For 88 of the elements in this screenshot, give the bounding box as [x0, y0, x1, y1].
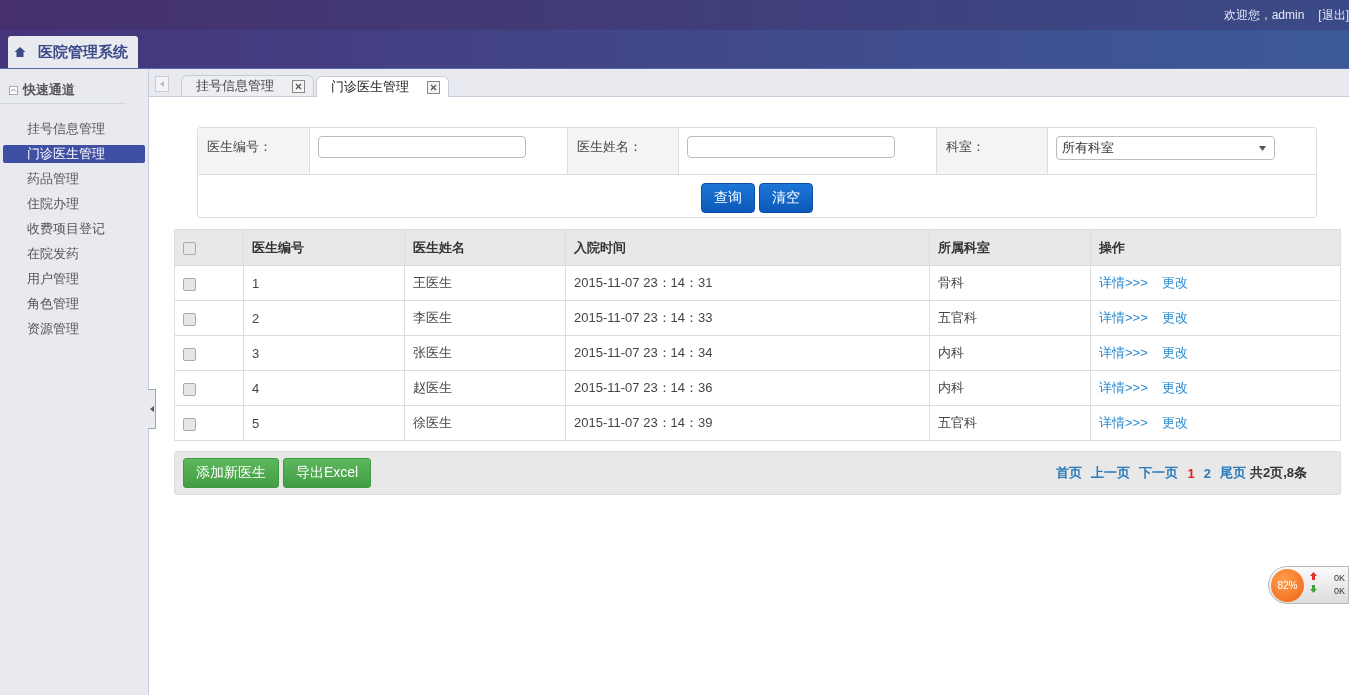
edit-link[interactable]: 更改	[1161, 310, 1188, 325]
row-checkbox[interactable]	[183, 277, 196, 291]
field-label: 医生编号：	[198, 128, 309, 174]
sidebar-toggle[interactable]	[148, 389, 156, 429]
tab[interactable]: 门诊医生管理	[316, 76, 449, 97]
usage-percent: 82%	[1271, 568, 1304, 602]
sidebar-item[interactable]: 门诊医生管理	[3, 145, 145, 163]
download-speed: 0K	[1334, 585, 1345, 598]
table-cell: 骨科	[929, 265, 1091, 301]
sidebar-item[interactable]: 挂号信息管理	[3, 120, 145, 138]
edit-link[interactable]: 更改	[1161, 345, 1188, 360]
column-header: 医生编号	[243, 229, 405, 266]
next-page-link[interactable]: 下一页	[1139, 464, 1179, 482]
details-link[interactable]: 详情>>>	[1099, 310, 1148, 325]
table-cell: 赵医生	[404, 370, 566, 406]
table-cell: 张医生	[404, 335, 566, 371]
welcome-text: 欢迎您，admin	[1223, 6, 1305, 24]
query-button[interactable]: 查询	[701, 183, 755, 213]
sidebar-title: 快速通道	[23, 81, 75, 99]
table-cell: 4	[243, 370, 405, 406]
table-cell: 五官科	[929, 405, 1091, 441]
sidebar-item[interactable]: 药品管理	[3, 170, 145, 188]
page-link[interactable]: 2	[1203, 465, 1211, 481]
table-cell: 2015-11-07 23：14：36	[565, 370, 930, 406]
close-icon[interactable]	[427, 80, 440, 94]
sidebar-item[interactable]: 角色管理	[3, 295, 145, 313]
details-link[interactable]: 详情>>>	[1099, 345, 1148, 360]
table-cell: 内科	[929, 370, 1091, 406]
brand-tab[interactable]: 医院管理系统	[8, 36, 138, 68]
home-icon	[14, 46, 26, 58]
column-header: 操作	[1090, 229, 1341, 266]
network-speed-widget[interactable]: 82% 0K 0K	[1268, 566, 1349, 604]
tab-scroll-button[interactable]	[155, 76, 169, 92]
left-arrow-icon	[160, 81, 164, 87]
close-icon[interactable]	[292, 79, 305, 93]
table-cell: 2015-11-07 23：14：33	[565, 300, 930, 336]
sidebar-item[interactable]: 在院发药	[3, 245, 145, 263]
dropdown-arrow-icon	[1259, 145, 1266, 151]
column-header: 入院时间	[565, 229, 930, 266]
table-cell: 1	[243, 265, 405, 301]
table-cell: 2015-11-07 23：14：34	[565, 335, 930, 371]
prev-page-link[interactable]: 上一页	[1091, 464, 1131, 482]
add-doctor-button[interactable]: 添加新医生	[183, 458, 279, 488]
input-field[interactable]	[687, 136, 895, 158]
upload-arrow-icon	[1310, 572, 1317, 580]
tab[interactable]: 挂号信息管理	[181, 75, 314, 96]
logout-link[interactable]: [退出]	[1318, 6, 1349, 24]
table-cell: 徐医生	[404, 405, 566, 441]
column-header: 医生姓名	[404, 229, 566, 266]
first-page-link[interactable]: 首页	[1056, 464, 1083, 482]
last-page-link[interactable]: 尾页	[1219, 464, 1246, 482]
field-label: 科室：	[936, 128, 1047, 174]
details-link[interactable]: 详情>>>	[1099, 275, 1148, 290]
edit-link[interactable]: 更改	[1161, 415, 1188, 430]
table-cell: 五官科	[929, 300, 1091, 336]
table-cell: 3	[243, 335, 405, 371]
row-checkbox[interactable]	[183, 417, 196, 431]
sidebar-item[interactable]: 用户管理	[3, 270, 145, 288]
page-link[interactable]: 1	[1187, 465, 1195, 481]
clear-button[interactable]: 清空	[759, 183, 813, 213]
details-link[interactable]: 详情>>>	[1099, 380, 1148, 395]
field-label: 医生姓名：	[567, 128, 678, 174]
export-button[interactable]: 导出Excel	[283, 458, 372, 488]
edit-link[interactable]: 更改	[1161, 380, 1188, 395]
row-checkbox[interactable]	[183, 312, 196, 326]
table-cell: 2	[243, 300, 405, 336]
select-all-checkbox[interactable]	[183, 242, 196, 256]
department-select[interactable]: 所有科室	[1056, 136, 1275, 160]
table-cell: 2015-11-07 23：14：39	[565, 405, 930, 441]
input-field[interactable]	[318, 136, 526, 158]
collapse-icon[interactable]	[9, 85, 18, 95]
table-cell: 2015-11-07 23：14：31	[565, 265, 930, 301]
table-cell: 内科	[929, 335, 1091, 371]
edit-link[interactable]: 更改	[1161, 275, 1188, 290]
page-summary: 共2页,8条	[1249, 464, 1307, 482]
table-cell: 李医生	[404, 300, 566, 336]
column-header: 所属科室	[929, 229, 1091, 266]
left-arrow-icon	[149, 406, 154, 412]
sidebar-item[interactable]: 收费项目登记	[3, 220, 145, 238]
row-checkbox[interactable]	[183, 347, 196, 361]
upload-speed: 0K	[1334, 572, 1345, 585]
sidebar-item[interactable]: 资源管理	[3, 320, 145, 338]
sidebar-item[interactable]: 住院办理	[3, 195, 145, 213]
table-cell: 王医生	[404, 265, 566, 301]
download-arrow-icon	[1310, 585, 1317, 593]
table-cell: 5	[243, 405, 405, 441]
row-checkbox[interactable]	[183, 382, 196, 396]
details-link[interactable]: 详情>>>	[1099, 415, 1148, 430]
